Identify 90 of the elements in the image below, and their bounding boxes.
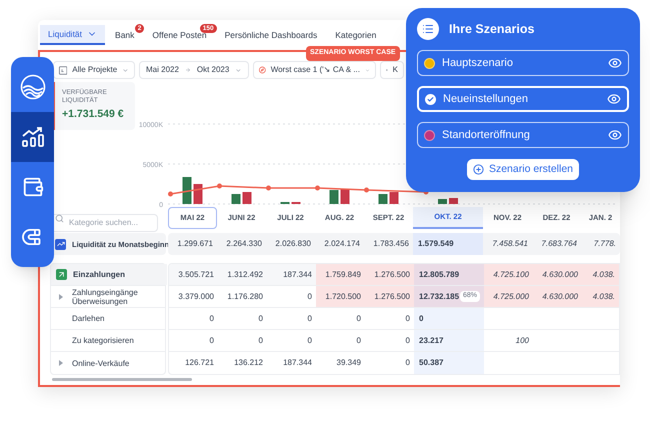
table-cell-text: 126.721 (184, 357, 215, 369)
table-cell: 1.276.500 (365, 286, 414, 307)
bar-chart-icon (20, 126, 44, 148)
table-cell-text: 136.212 (233, 357, 264, 369)
table-cell-text: 0 (306, 290, 313, 302)
tab[interactable]: Kategorien (327, 25, 384, 45)
bar (232, 194, 240, 204)
expand-triangle-icon[interactable] (59, 294, 63, 300)
eye-icon (607, 92, 621, 106)
horizontal-scrollbar[interactable] (52, 378, 192, 381)
table-cell-text: 0 (208, 312, 215, 324)
logo-icon (20, 74, 46, 100)
table-cell-text: 0 (356, 334, 362, 346)
table-cell: 4.725.100 (484, 264, 533, 285)
table-cell-text: 1.176.280 (226, 290, 264, 302)
list-icon (417, 18, 439, 40)
expand-triangle-icon[interactable] (59, 360, 63, 366)
row-label: Online-Verkäufe (72, 358, 130, 368)
table-cell: 1.579.549 (413, 233, 483, 255)
table-cell-text: 7.458.541 (491, 238, 529, 250)
table-cell-text: 2.026.830 (274, 238, 312, 250)
bar (449, 198, 458, 204)
table-cell: 50.387 (414, 352, 484, 374)
plus-icon (472, 164, 484, 175)
table-cell-text: 0 (356, 312, 362, 324)
table-cell-text: 1.299.671 (176, 238, 214, 250)
create-scenario-button[interactable]: Szenario erstellen (466, 159, 580, 180)
table-cell-text: 1.783.456 (372, 238, 410, 250)
bar (340, 189, 350, 204)
kpi-value: +1.731.549 € (62, 107, 125, 122)
table-cell-text: 39.349 (336, 357, 362, 369)
table-cell: 4.038. (582, 286, 619, 307)
row-label: Darlehen (72, 314, 104, 323)
table-cell: 4.038. (582, 264, 619, 285)
table-cell-text: 187.344 (282, 357, 313, 369)
table-cell: 4.725.000 (484, 286, 533, 307)
table-cell-text: 100 (514, 334, 530, 346)
trend-icon (55, 238, 66, 250)
table-cell: 12.805.789 (414, 264, 484, 285)
bar (438, 199, 447, 204)
table-cell-text: 2.264.330 (225, 238, 263, 250)
table-cell: 23.217 (414, 330, 484, 351)
bar (330, 190, 338, 204)
table-cell-text: 1.312.492 (226, 268, 264, 280)
wallet-icon (22, 176, 44, 198)
search-icon (55, 214, 64, 222)
table-cell-text: 0 (404, 334, 411, 346)
table-cell-text: 187.344 (282, 268, 313, 280)
eye-icon (608, 128, 622, 142)
row-label: Zu kategorisieren (72, 336, 134, 345)
table-cell: 0 (414, 308, 484, 329)
table-cell-text: 0 (258, 334, 264, 346)
bar (390, 192, 398, 204)
compass-icon (259, 64, 266, 76)
table-cell-text: 0 (208, 334, 215, 346)
table-cell-text: 0 (306, 312, 313, 324)
panel-title: Ihre Szenarios (449, 20, 534, 38)
tab[interactable]: Persönliche Dashboards (216, 25, 326, 45)
row-label: Einzahlungen (73, 270, 125, 279)
bar (378, 194, 388, 204)
date-range-dropdown[interactable]: Mai 2022 Okt 2023 (139, 61, 249, 79)
table-cell-text: 0 (404, 312, 411, 324)
sidebar-item[interactable] (11, 112, 54, 162)
bar (242, 192, 252, 204)
table-cell-text: 2.024.174 (323, 238, 361, 250)
table-cell-text: 7.683.764 (540, 238, 578, 250)
scenario-item[interactable]: Standorteröffnung (417, 122, 629, 148)
arrow-right-icon (184, 66, 191, 74)
table-cell-text: 7.778. (592, 238, 617, 250)
document-icon (59, 64, 68, 76)
arrow-up-right-icon (56, 269, 67, 280)
table-cell-text: 3.505.721 (177, 268, 215, 280)
table-cell: 1.276.500 (365, 264, 414, 285)
scenario-item[interactable]: Neueinstellungen (417, 86, 629, 112)
table-cell-text: 3.379.000 (177, 290, 215, 302)
bar (194, 184, 202, 204)
scenario-dropdown[interactable]: Worst case 1 ('↘ CA & ... (253, 61, 376, 79)
table-cell-text: 0 (306, 334, 313, 346)
eye-icon (608, 56, 622, 70)
bank-dropdown[interactable]: K (380, 61, 404, 79)
row-label: Zahlungseingänge Überweisungen (72, 288, 139, 306)
table-cell: 4.630.000 (533, 286, 582, 307)
table-cell: 1.720.500 (316, 286, 365, 307)
table-cell-text: 0 (258, 312, 264, 324)
table-cell-text: 0 (404, 357, 411, 369)
tab[interactable]: Liquidität (40, 25, 106, 45)
scenario-item[interactable]: Hauptszenario (417, 50, 629, 76)
bar (182, 177, 192, 204)
table-cell: 4.630.000 (533, 264, 582, 285)
table-cell: 1.759.849 (316, 264, 365, 285)
